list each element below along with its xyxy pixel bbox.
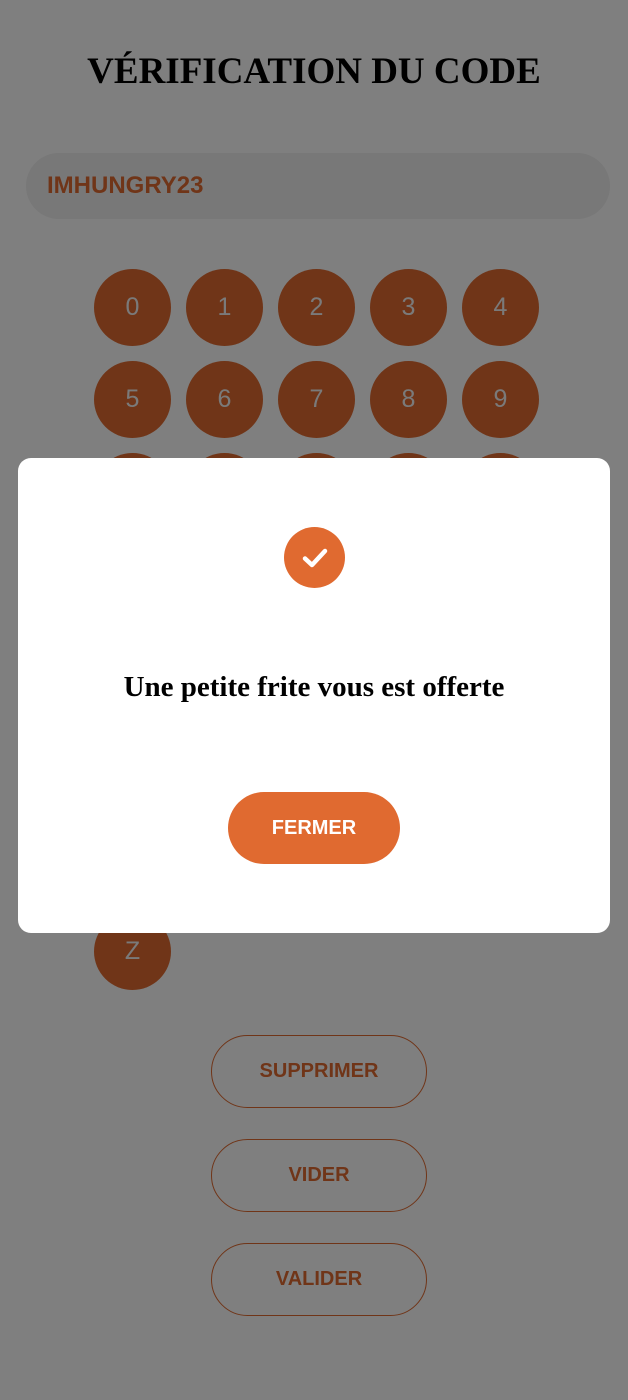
check-circle-icon bbox=[284, 527, 345, 588]
success-modal: Une petite frite vous est offerte FERMER bbox=[18, 458, 610, 933]
close-button[interactable]: FERMER bbox=[228, 792, 400, 864]
modal-message: Une petite frite vous est offerte bbox=[123, 671, 505, 703]
